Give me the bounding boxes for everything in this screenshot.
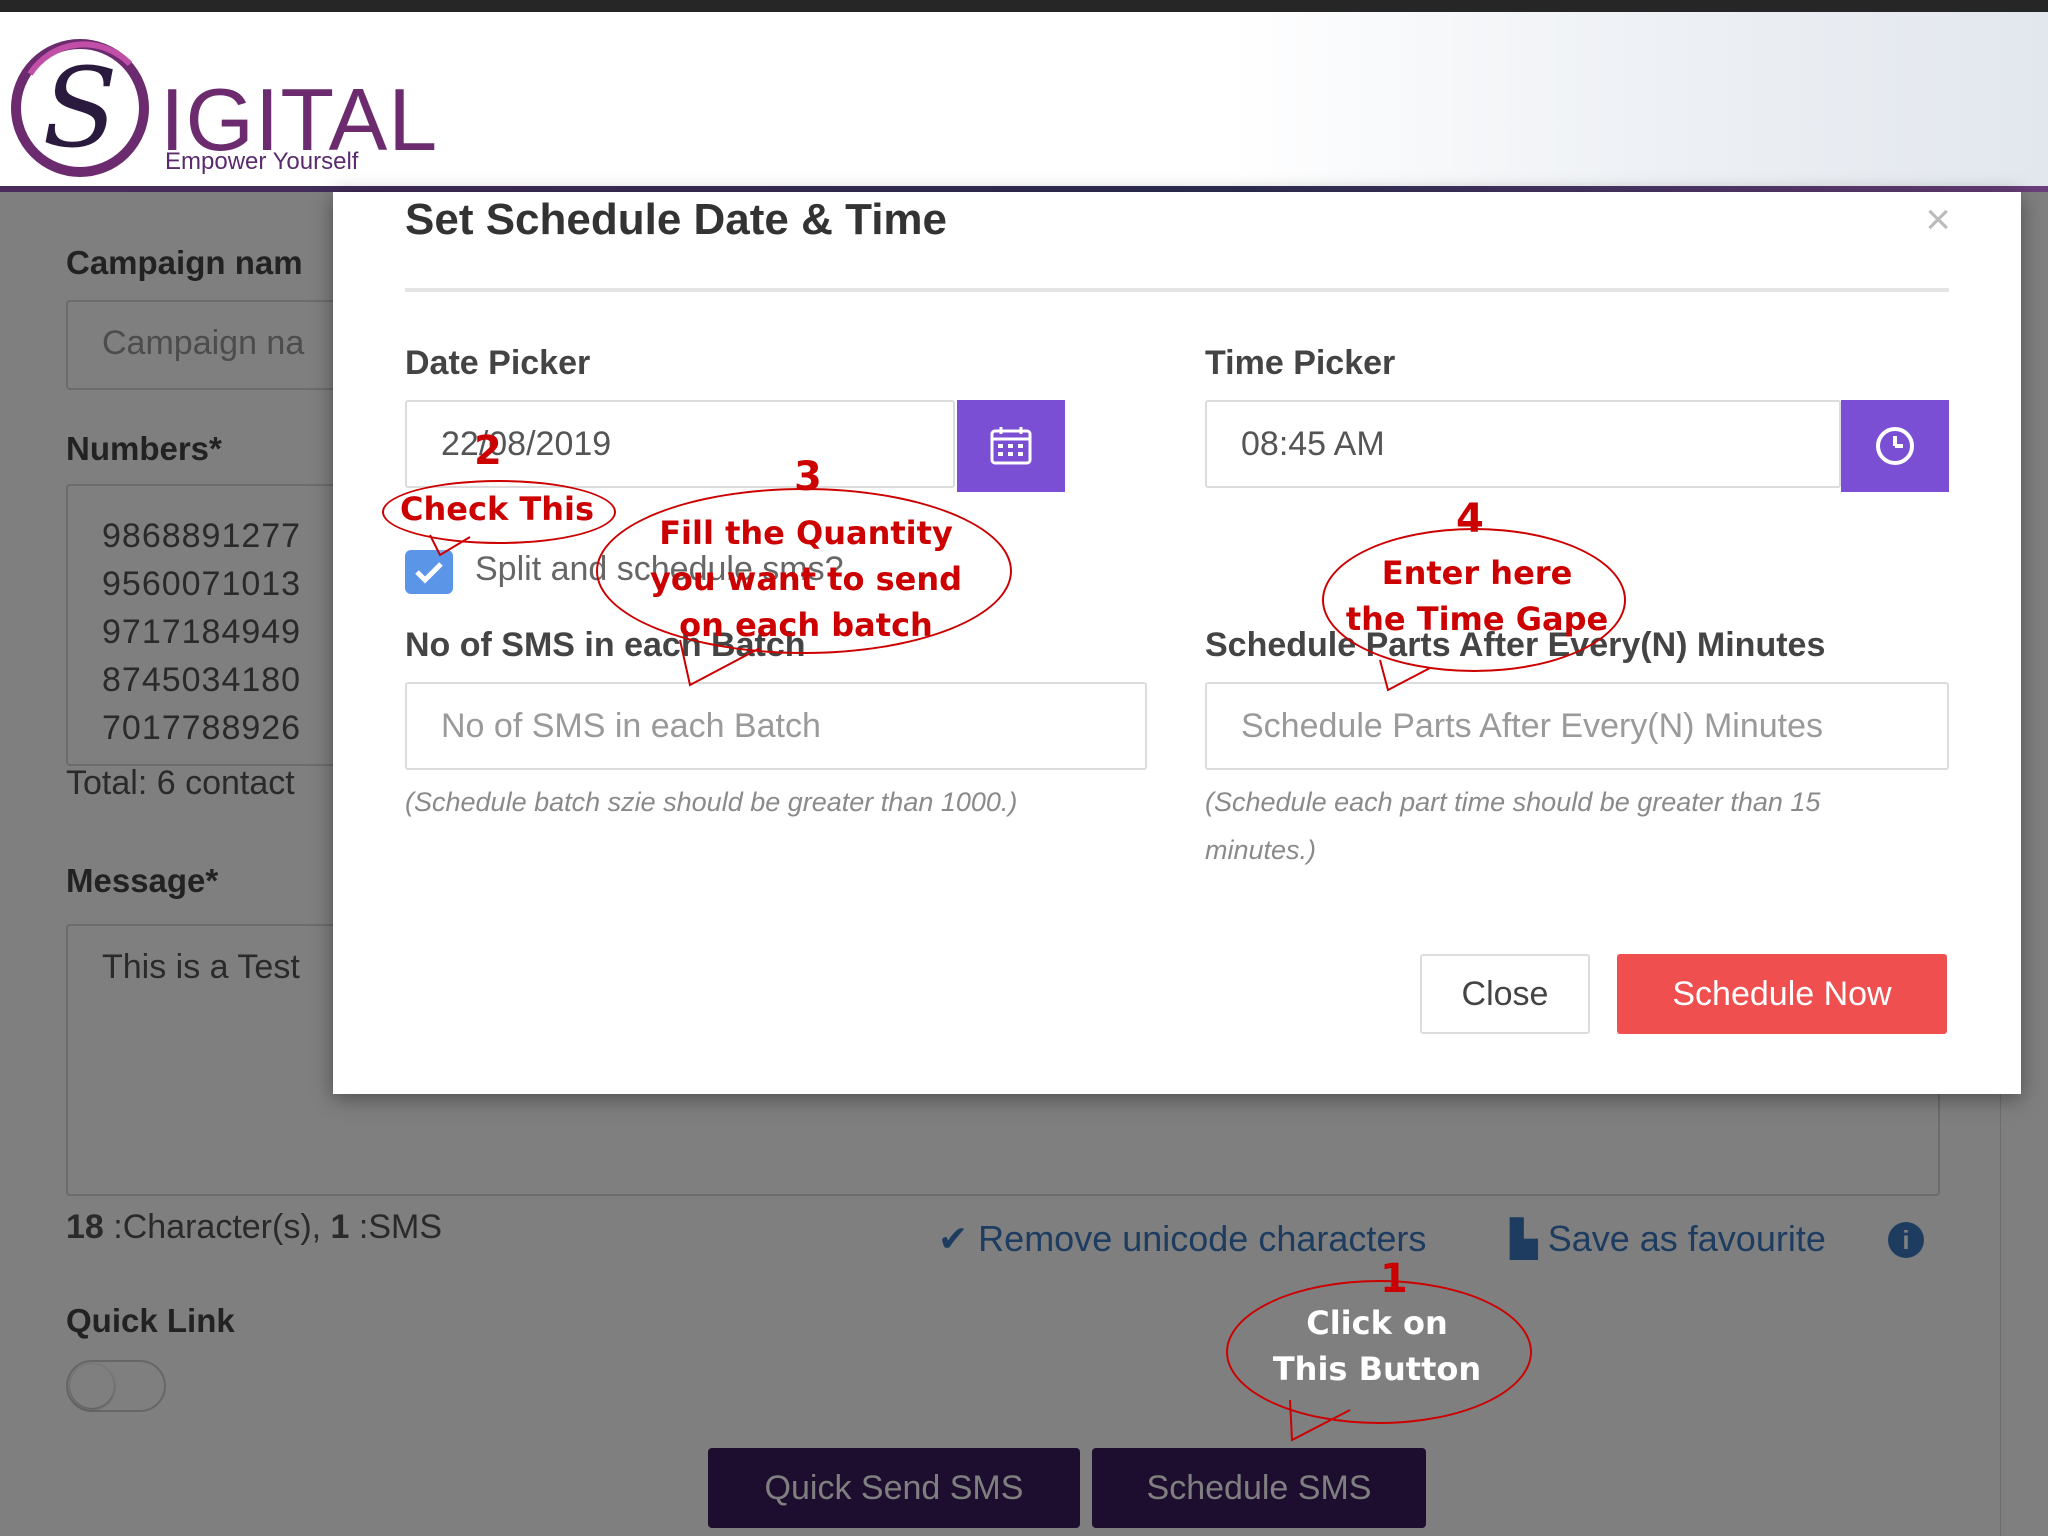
annotation-text-1b: This Button (1272, 1350, 1482, 1388)
annotation-text-1a: Click on (1306, 1304, 1448, 1342)
annotation-text-4a: Enter here (1381, 554, 1573, 592)
annotation-num-4: 4 (1456, 496, 1484, 542)
annotation-text-3a: Fill the Quantity (659, 514, 953, 552)
annotation-num-2: 2 (474, 428, 502, 474)
annotation-text-3b: you want to send (650, 560, 962, 598)
annotation-text-3c: on each batch (679, 606, 933, 644)
annotation-num-1: 1 (1380, 1256, 1408, 1302)
annotation-num-3: 3 (794, 454, 822, 500)
annotation-tails (429, 534, 1431, 1442)
annotation-text-2: Check This (400, 490, 594, 528)
annotation-text-4b: the Time Gape (1345, 600, 1609, 638)
